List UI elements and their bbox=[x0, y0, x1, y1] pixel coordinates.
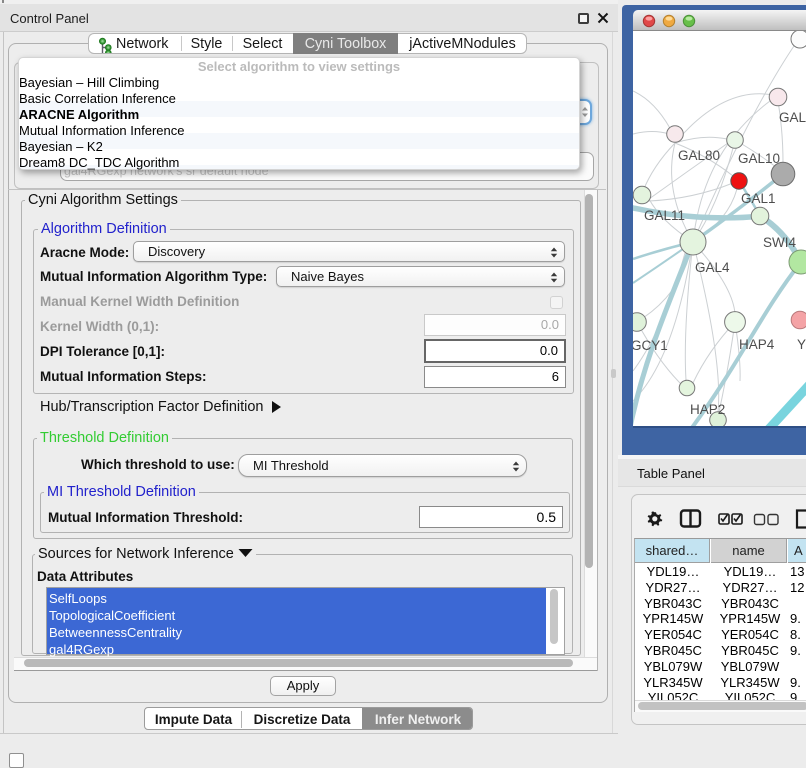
svg-text:GAL7: GAL7 bbox=[779, 110, 806, 125]
svg-text:GAL4: GAL4 bbox=[695, 260, 730, 275]
svg-text:SWI4: SWI4 bbox=[763, 235, 796, 250]
svg-text:GAL1: GAL1 bbox=[741, 191, 776, 206]
svg-text:GAL10: GAL10 bbox=[738, 151, 780, 166]
svg-text:GAL80: GAL80 bbox=[678, 148, 720, 163]
svg-text:HAP4: HAP4 bbox=[739, 337, 775, 352]
svg-text:HAP2: HAP2 bbox=[690, 402, 725, 417]
svg-text:YM: YM bbox=[797, 337, 806, 352]
svg-text:GAL11: GAL11 bbox=[644, 208, 685, 223]
svg-text:GCY1: GCY1 bbox=[633, 338, 668, 353]
